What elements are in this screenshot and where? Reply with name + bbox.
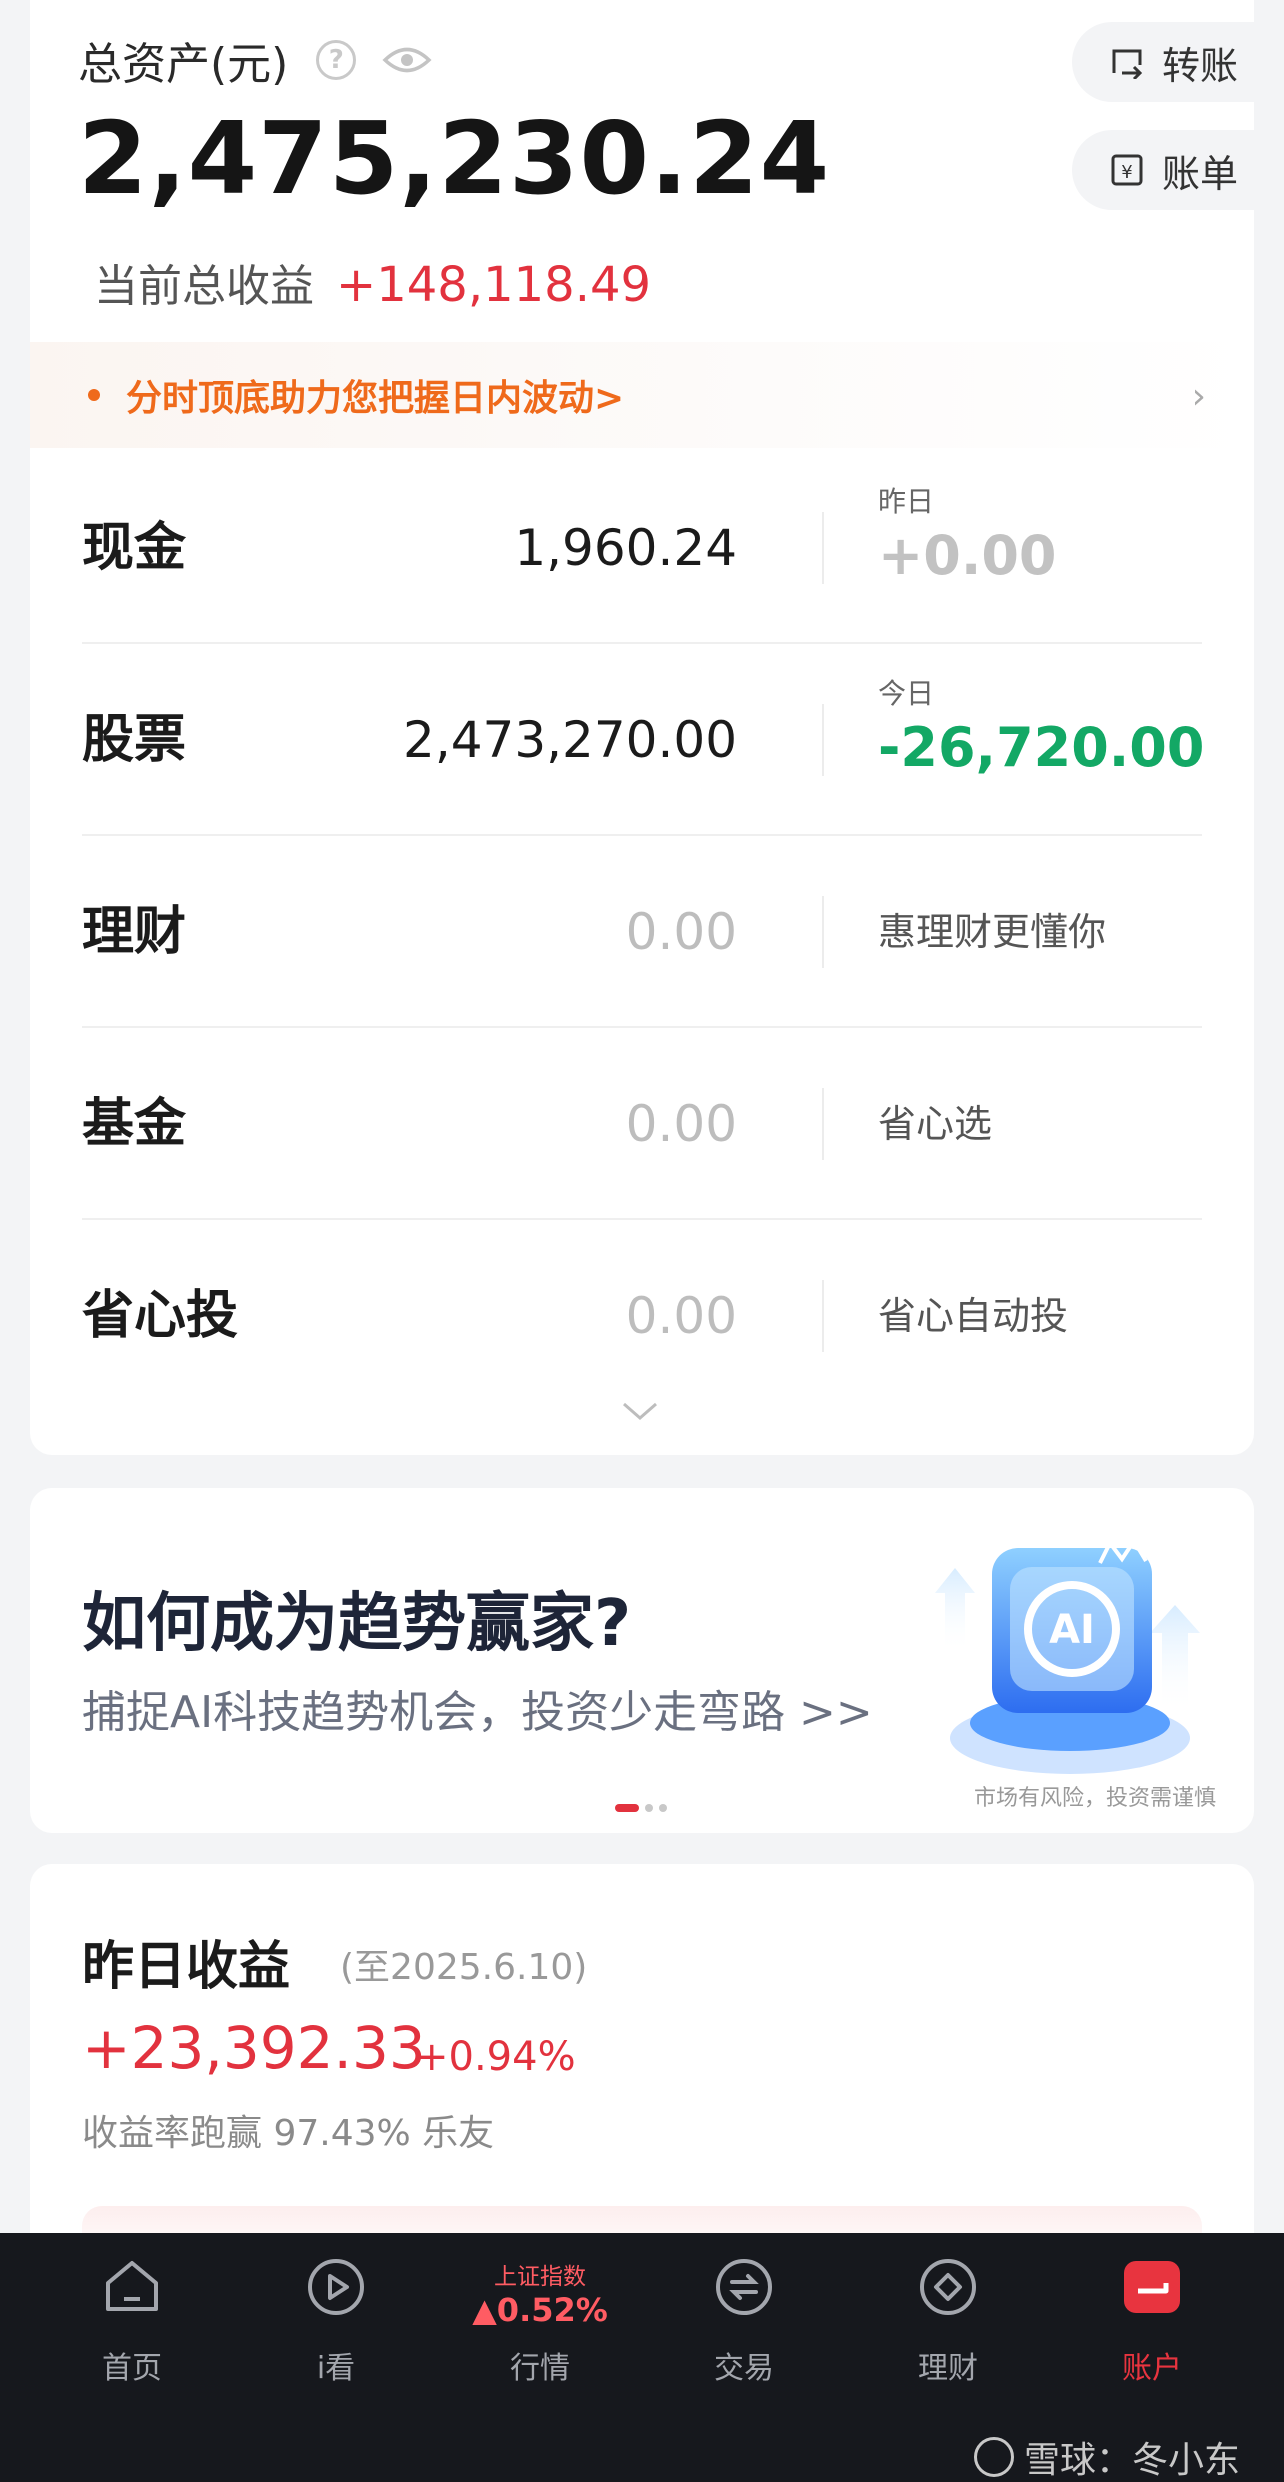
play-icon [308,2259,364,2315]
divider [822,1088,824,1160]
tab-label: i看 [316,2351,356,2386]
notice-text: 分时顶底助力您把握日内波动> [126,378,625,419]
asset-amount: 0.00 [625,1287,737,1345]
tab-label: 首页 [102,2351,162,2386]
carousel-dot-active [615,1804,639,1812]
chevron-down-icon[interactable] [620,1400,660,1424]
tab-label: 交易 [714,2351,774,2386]
divider [822,896,824,968]
yesterday-earnings-value: +23,392.33 [82,2014,426,2082]
asset-name: 理财 [82,902,187,962]
total-profit-value: +148,118.49 [336,257,652,313]
ai-label: AI [1049,1607,1095,1653]
asset-change-label: 今日 [878,677,935,710]
asset-row-funds[interactable]: 基金 0.00 省心选 [82,1028,1202,1220]
bill-icon: ¥ [1111,154,1143,186]
total-profit-label: 当前总收益 [94,261,314,312]
help-icon[interactable]: ? [316,40,357,80]
transfer-label: 转账 [1162,43,1239,88]
total-assets-header: 总资产(元) ? [78,28,432,92]
ai-chip-illustration: AI [935,1537,1200,1774]
tab-account[interactable]: 账户 [1052,2233,1252,2403]
wealth-icon [920,2259,976,2315]
asset-row-stocks[interactable]: 股票 2,473,270.00 今日 -26,720.00 [82,644,1205,836]
eye-icon[interactable] [382,43,432,77]
carousel-dot [645,1804,653,1812]
asset-note: 省心自动投 [878,1294,1069,1338]
risk-disclaimer: 市场有风险，投资需谨慎 [973,1786,1216,1811]
divider [822,704,824,776]
asset-amount: 0.00 [625,1095,737,1153]
carousel-dot [659,1804,667,1812]
asset-summary-card: 总资产(元) ? 2,475,230.24 当前总收益 +148,118.49 … [30,0,1272,1455]
notice-banner[interactable]: 分时顶底助力您把握日内波动> › [30,342,1254,448]
asset-name: 现金 [82,518,187,578]
bottom-tab-bar: 首页 i看 上证指数 ▲0.52% 行情 交易 理财 账户 雪球：冬小东 [0,2233,1284,2482]
total-profit: 当前总收益 +148,118.49 [94,250,651,314]
tab-home[interactable]: 首页 [32,2233,232,2403]
promo-subtitle: 捕捉AI科技趋势机会，投资少走弯路 >> [82,1687,873,1738]
chevron-right-icon: › [1191,376,1206,417]
yesterday-earnings-percent: +0.94% [415,2034,576,2080]
bill-label: 账单 [1162,151,1239,196]
yesterday-earnings-title: 昨日收益 [82,1937,291,1997]
total-assets-label: 总资产(元) [78,39,289,90]
asset-amount: 2,473,270.00 [403,711,737,769]
yesterday-earnings-date: (至2025.6.10) [340,1947,588,1988]
tab-label: 账户 [1122,2351,1182,2386]
asset-name: 股票 [82,710,187,770]
transfer-icon [1112,49,1143,79]
market-index-change: ▲0.52% [472,2291,608,2329]
market-index-name: 上证指数 [494,2264,586,2290]
asset-name: 基金 [82,1094,187,1154]
snowball-logo-icon [973,2437,1014,2477]
carousel-indicator[interactable] [615,1804,673,1812]
yesterday-beat-rate: 收益率跑赢 97.43% 乐友 [82,2113,495,2154]
asset-change-value: -26,720.00 [878,716,1205,779]
watermark: 雪球：冬小东 [973,2431,1240,2482]
asset-row-cash[interactable]: 现金 1,960.24 昨日 +0.00 [82,452,1202,644]
tab-market[interactable]: 上证指数 ▲0.52% 行情 [440,2233,640,2403]
watermark-text: 雪球：冬小东 [1023,2440,1240,2481]
tab-watch[interactable]: i看 [236,2233,436,2403]
home-icon [106,2261,158,2311]
account-icon [1124,2261,1180,2313]
notice-dot [88,389,100,401]
tab-label: 理财 [918,2351,978,2386]
trade-icon [716,2259,772,2315]
asset-name: 省心投 [82,1286,239,1346]
asset-row-wealth[interactable]: 理财 0.00 惠理财更懂你 [82,836,1202,1028]
transfer-button[interactable]: 转账 [1072,22,1272,102]
bill-button[interactable]: ¥ 账单 [1072,130,1272,210]
tab-wealth[interactable]: 理财 [848,2233,1048,2403]
tab-trade[interactable]: 交易 [644,2233,844,2403]
promo-banner[interactable]: 如何成为趋势赢家? 捕捉AI科技趋势机会，投资少走弯路 >> AI 市场有风险，… [30,1488,1254,1833]
asset-row-auto-invest[interactable]: 省心投 0.00 省心自动投 [82,1220,1202,1412]
total-assets-value: 2,475,230.24 [78,100,831,217]
asset-change-value: +0.00 [878,524,1057,587]
asset-amount: 0.00 [625,903,737,961]
asset-note: 惠理财更懂你 [878,910,1107,954]
divider [822,1280,824,1352]
divider [822,512,824,584]
tab-label: 行情 [510,2351,570,2386]
promo-title: 如何成为趋势赢家? [82,1587,632,1661]
asset-change-label: 昨日 [878,485,935,518]
svg-text:¥: ¥ [1121,162,1132,183]
asset-note: 省心选 [878,1102,993,1146]
asset-amount: 1,960.24 [514,519,737,577]
